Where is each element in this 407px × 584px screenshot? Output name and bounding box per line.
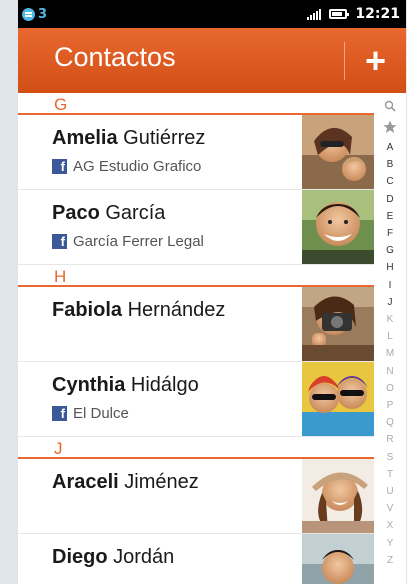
page-title: Contactos	[54, 42, 176, 72]
battery-level	[332, 12, 343, 16]
contact-row[interactable]: Fabiola Hernández	[18, 287, 374, 362]
section-header-j: J	[18, 437, 374, 459]
index-letter-p[interactable]: P	[378, 400, 402, 411]
contact-organization: f García Ferrer Legal	[52, 232, 204, 250]
facebook-icon: f	[52, 405, 67, 421]
index-letter-b[interactable]: B	[378, 159, 402, 170]
index-letter-f[interactable]: F	[378, 228, 402, 239]
contact-organization: f El Dulce	[52, 404, 129, 422]
contact-first-name: Amelia	[52, 127, 118, 149]
contact-last-name: Jiménez	[118, 471, 199, 493]
contact-name: Fabiola Hernández	[52, 299, 225, 322]
contact-first-name: Paco	[52, 202, 100, 224]
search-icon[interactable]	[384, 100, 396, 112]
contact-name: Paco García	[52, 202, 165, 225]
index-letter-h[interactable]: H	[378, 262, 402, 273]
index-letter-v[interactable]: V	[378, 503, 402, 514]
index-letter-o[interactable]: O	[378, 383, 402, 394]
contact-row[interactable]: Araceli Jiménez	[18, 459, 374, 534]
contact-first-name: Araceli	[52, 471, 119, 493]
index-letter-d[interactable]: D	[378, 194, 402, 205]
favorites-star-icon[interactable]	[383, 120, 397, 134]
index-letter-z[interactable]: Z	[378, 555, 402, 566]
contact-name: Diego Jordán	[52, 546, 174, 569]
index-letter-j[interactable]: J	[378, 297, 402, 308]
index-letter-q[interactable]: Q	[378, 417, 402, 428]
contact-organization: f AG Estudio Grafico	[52, 157, 201, 175]
contact-last-name: Hernández	[122, 299, 226, 321]
index-letter-u[interactable]: U	[378, 486, 402, 497]
index-letter-k[interactable]: K	[378, 314, 402, 325]
section-letter: H	[54, 267, 67, 286]
status-bar: 3 12:21	[18, 0, 406, 28]
index-letter-m[interactable]: M	[378, 348, 402, 359]
index-letter-s[interactable]: S	[378, 452, 402, 463]
index-letter-i[interactable]: I	[378, 280, 402, 291]
contact-last-name: García	[99, 202, 166, 224]
alphabet-index-bar[interactable]: ABCDEFGHIJKLMNOPQRSTUVXYZ	[378, 100, 402, 584]
app-header: Contactos +	[18, 28, 406, 93]
index-letter-x[interactable]: X	[378, 520, 402, 531]
contact-list[interactable]: G Amelia Gutiérrez f AG Estudio Grafico Paco…	[18, 93, 406, 584]
index-letter-c[interactable]: C	[378, 176, 402, 187]
contact-name: Amelia Gutiérrez	[52, 127, 205, 150]
index-letter-t[interactable]: T	[378, 469, 402, 480]
contact-last-name: Jordán	[107, 546, 175, 568]
organization-name: García Ferrer Legal	[73, 232, 204, 250]
contact-first-name: Fabiola	[52, 299, 123, 321]
contact-name: Araceli Jiménez	[52, 471, 199, 494]
contact-last-name: Hidálgo	[125, 374, 199, 396]
avatar	[302, 115, 374, 189]
notification-count: 3	[38, 6, 48, 22]
contact-row[interactable]: Cynthia Hidálgo f El Dulce	[18, 362, 374, 437]
section-header-g: G	[18, 93, 374, 115]
contact-first-name: Diego	[52, 546, 108, 568]
notification-icon	[22, 7, 35, 21]
contact-name: Cynthia Hidálgo	[52, 374, 199, 397]
contact-row[interactable]: Amelia Gutiérrez f AG Estudio Grafico	[18, 115, 374, 190]
index-letter-e[interactable]: E	[378, 211, 402, 222]
signal-icon	[307, 8, 322, 20]
avatar	[302, 190, 374, 264]
facebook-icon: f	[52, 233, 67, 249]
index-letter-n[interactable]: N	[378, 366, 402, 377]
facebook-icon: f	[52, 158, 67, 174]
contact-row[interactable]: Paco García f García Ferrer Legal	[18, 190, 374, 265]
index-letter-y[interactable]: Y	[378, 538, 402, 549]
section-letter: G	[54, 95, 68, 114]
status-icons: 12:21	[307, 5, 400, 23]
contact-row[interactable]: Diego Jordán	[18, 534, 374, 584]
clock: 12:21	[355, 6, 400, 22]
index-letter-l[interactable]: L	[378, 331, 402, 342]
battery-icon	[329, 9, 350, 19]
avatar	[302, 459, 374, 533]
avatar	[302, 362, 374, 436]
avatar	[302, 534, 374, 584]
index-letter-r[interactable]: R	[378, 434, 402, 445]
organization-name: El Dulce	[73, 404, 129, 422]
contact-last-name: Gutiérrez	[117, 127, 206, 149]
section-letter: J	[54, 439, 63, 458]
index-letter-g[interactable]: G	[378, 245, 402, 256]
index-letter-a[interactable]: A	[378, 142, 402, 153]
section-header-h: H	[18, 265, 374, 287]
organization-name: AG Estudio Grafico	[73, 157, 202, 175]
avatar	[302, 287, 374, 361]
phone-screen: 3 12:21 Contactos + G Amelia Gutiérrez f AG…	[18, 0, 406, 584]
contact-first-name: Cynthia	[52, 374, 126, 396]
notifications-indicator[interactable]: 3	[22, 6, 47, 22]
add-contact-button[interactable]: +	[345, 28, 406, 93]
